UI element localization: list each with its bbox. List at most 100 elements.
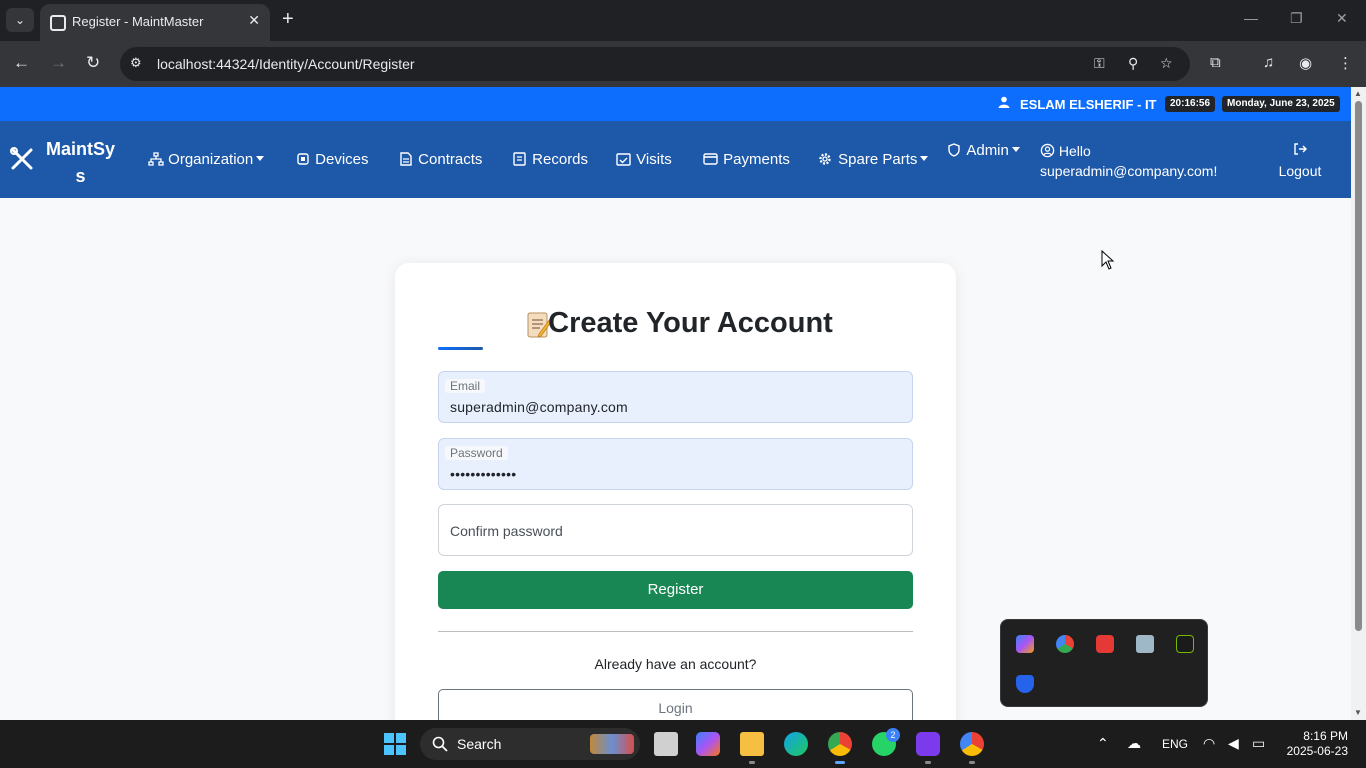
current-user-label: ESLAM ELSHERIF - IT (1020, 97, 1157, 112)
nav-records-label: Records (532, 151, 589, 168)
close-tab-icon[interactable]: ✕ (248, 12, 260, 29)
file-explorer-icon[interactable] (740, 732, 764, 756)
restore-button[interactable]: ❐ (1290, 10, 1303, 27)
edge-icon[interactable] (784, 732, 808, 756)
chevron-down-icon (256, 156, 265, 161)
scroll-down-icon[interactable]: ▼ (1354, 708, 1362, 717)
password-key-icon[interactable]: ⚿ (1094, 55, 1105, 72)
chrome-icon[interactable] (828, 732, 852, 756)
nav-spare-parts[interactable]: Spare Parts (818, 151, 929, 168)
tray-app-icon-1[interactable] (1016, 635, 1034, 653)
back-button[interactable]: ← (13, 53, 30, 73)
site-info-icon[interactable]: ⚙ (130, 55, 142, 71)
running-indicator (925, 761, 931, 764)
system-clock[interactable]: 8:16 PM 2025-06-23 (1284, 729, 1348, 759)
nav-devices[interactable]: Devices (295, 151, 369, 168)
new-tab-button[interactable]: + (282, 8, 294, 30)
minimize-button[interactable]: — (1244, 10, 1258, 26)
bookmark-star-icon[interactable]: ☆ (1160, 55, 1173, 72)
taskbar-search[interactable]: Search (420, 728, 640, 760)
form-title: Create Your Account (548, 307, 833, 339)
logout-button[interactable]: Logout (1276, 141, 1324, 181)
address-bar[interactable]: ⚙ localhost:44324/Identity/Account/Regis… (120, 47, 1190, 81)
active-indicator (835, 761, 845, 764)
password-label: Password (445, 446, 508, 460)
volume-icon[interactable]: ◀ (1228, 735, 1239, 752)
search-label: Search (457, 736, 502, 752)
nav-admin-label: Admin (966, 142, 1009, 159)
page-scrollbar[interactable]: ▲ ▼ (1351, 87, 1366, 720)
list-icon (513, 152, 526, 166)
password-field[interactable]: Password ••••••••••••• (438, 438, 913, 490)
hello-user-link[interactable]: Hello superadmin@company.com! (1040, 141, 1217, 181)
nav-contracts[interactable]: Contracts (398, 151, 482, 168)
tray-app-icon-4[interactable] (1136, 635, 1154, 653)
nav-organization[interactable]: Organization (148, 151, 265, 168)
zoom-icon[interactable]: ⚲ (1128, 55, 1138, 72)
browser-menu-icon[interactable]: ⋮ (1338, 54, 1353, 72)
nav-payments-label: Payments (723, 151, 790, 168)
hello-user-email: superadmin@company.com! (1040, 163, 1218, 179)
windows-taskbar: Search 2 ⌃ ☁ ENG ◠ ◀ ▭ 8:16 PM 2025-06-2… (0, 720, 1366, 768)
favicon-icon (50, 15, 66, 31)
main-navbar: MaintSy s Organization Devices Contracts… (0, 121, 1351, 198)
browser-tabbar: ⌄ Register - MaintMaster ✕ + — ❐ ✕ (0, 0, 1366, 41)
tray-app-icon-3[interactable] (1096, 635, 1114, 653)
hello-label: Hello (1058, 143, 1091, 159)
close-window-button[interactable]: ✕ (1336, 10, 1348, 27)
forward-button[interactable]: → (50, 53, 67, 73)
url-text: localhost:44324/Identity/Account/Registe… (157, 56, 415, 72)
login-button[interactable]: Login (438, 689, 913, 720)
mouse-cursor-icon (1101, 250, 1115, 270)
clock-date: 2025-06-23 (1286, 744, 1348, 758)
nav-records[interactable]: Records (512, 151, 588, 168)
visual-studio-icon[interactable] (916, 732, 940, 756)
email-field[interactable]: Email superadmin@company.com (438, 371, 913, 423)
tray-nvidia-icon[interactable] (1176, 635, 1194, 653)
tab-search-button[interactable]: ⌄ (6, 8, 34, 32)
logout-label: Logout (1278, 163, 1322, 179)
divider (438, 631, 913, 632)
search-icon (432, 736, 448, 752)
chrome-profile-icon[interactable] (960, 732, 984, 756)
nav-admin[interactable]: Admin (947, 142, 1020, 159)
logout-icon (1294, 143, 1307, 155)
register-button[interactable]: Register (438, 571, 913, 609)
language-indicator[interactable]: ENG (1162, 737, 1188, 751)
cpu-icon (297, 153, 309, 165)
profile-icon[interactable]: ◉ (1299, 54, 1312, 72)
shield-icon (948, 143, 960, 157)
media-control-icon[interactable]: ♫ (1263, 54, 1274, 71)
nav-payments[interactable]: Payments (703, 151, 790, 168)
scroll-up-icon[interactable]: ▲ (1354, 89, 1362, 98)
top-info-bar: ESLAM ELSHERIF - IT 20:16:56 Monday, Jun… (0, 87, 1351, 121)
onedrive-icon[interactable]: ☁ (1127, 735, 1141, 752)
reload-button[interactable]: ↻ (86, 53, 100, 73)
password-value: ••••••••••••• (450, 466, 517, 482)
confirm-password-field[interactable]: Confirm password (438, 504, 913, 556)
tray-defender-icon[interactable] (1016, 675, 1034, 693)
battery-icon[interactable]: ▭ (1252, 735, 1265, 752)
tab-title: Register - MaintMaster (72, 14, 204, 29)
chevron-down-icon (1011, 147, 1020, 152)
brand-logo[interactable]: MaintSy s (43, 136, 118, 190)
user-icon (998, 96, 1010, 108)
title-underline (438, 347, 483, 350)
browser-tab[interactable]: Register - MaintMaster ✕ (40, 4, 270, 41)
nav-visits[interactable]: Visits (616, 151, 672, 168)
wifi-icon[interactable]: ◠ (1203, 735, 1215, 752)
extensions-icon[interactable]: ⧉ (1210, 54, 1221, 71)
scroll-thumb[interactable] (1355, 101, 1362, 631)
running-indicator (969, 761, 975, 764)
nav-spare-parts-label: Spare Parts (838, 151, 918, 168)
tray-chrome-icon[interactable] (1056, 635, 1074, 653)
start-button[interactable] (384, 733, 406, 755)
tray-overflow-popup (1000, 619, 1208, 707)
tray-chevron-icon[interactable]: ⌃ (1097, 735, 1109, 752)
task-view-icon[interactable] (654, 732, 678, 756)
copilot-icon[interactable] (696, 732, 720, 756)
email-label: Email (445, 379, 486, 393)
nav-organization-label: Organization (168, 151, 254, 168)
gear-icon (819, 153, 831, 165)
brand-line-2: s (75, 166, 86, 186)
